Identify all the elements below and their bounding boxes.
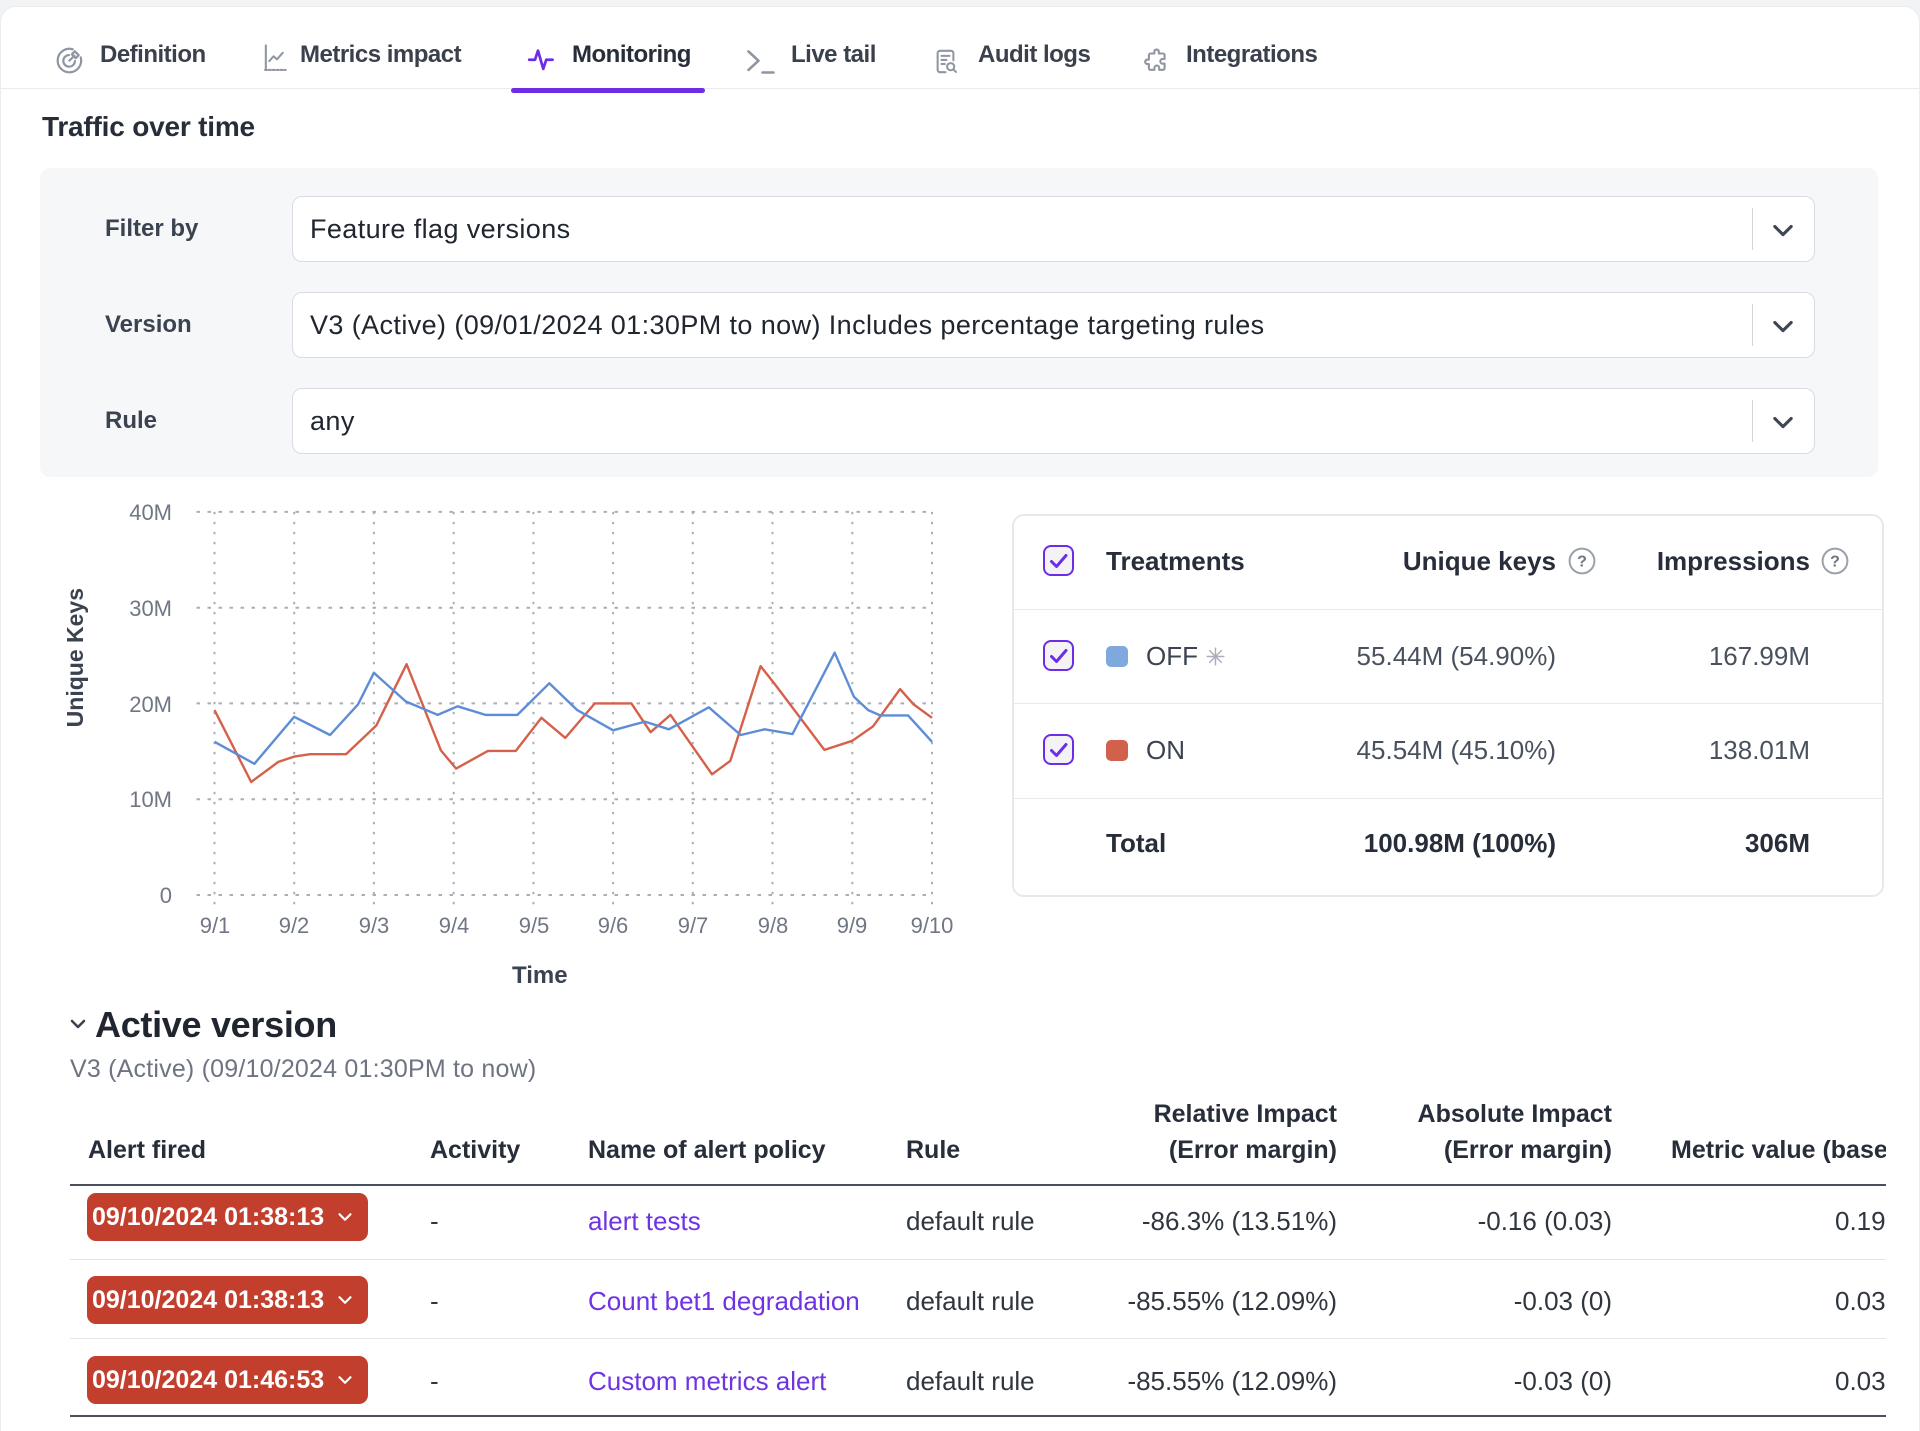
svg-text:?: ? — [1577, 554, 1587, 571]
svg-text:?: ? — [1830, 554, 1840, 571]
